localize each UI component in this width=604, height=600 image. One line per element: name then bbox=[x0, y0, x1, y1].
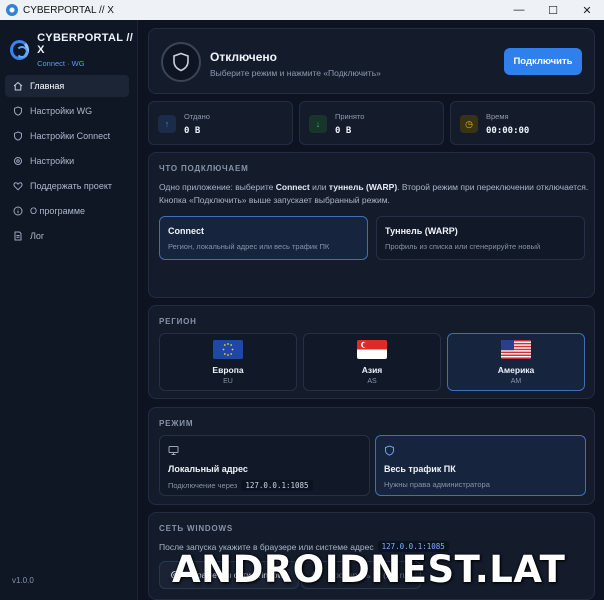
region-code: AM bbox=[510, 378, 522, 385]
stat-label: Время bbox=[486, 112, 509, 121]
window-title: CYBERPORTAL // X bbox=[23, 4, 114, 16]
stat-label: Отдано bbox=[184, 112, 210, 121]
region-code: AS bbox=[367, 378, 377, 385]
section-title: СЕТЬ WINDOWS bbox=[159, 524, 234, 533]
sidebar-nav: Главная Настройки WG Настройки Connect Н… bbox=[5, 75, 129, 250]
stat-value: 00:00:00 bbox=[486, 126, 530, 136]
sidebar-item-wg-settings[interactable]: Настройки WG bbox=[5, 100, 129, 122]
status-card: Отключено Выберите режим и нажмите «Подк… bbox=[148, 28, 595, 94]
mode-all-traffic[interactable]: Весь трафик ПК Нужны права администратор… bbox=[375, 435, 586, 496]
local-address-code: 127.0.0.1:1085 bbox=[241, 480, 313, 491]
region-name: Европа bbox=[212, 365, 244, 375]
mode-title: Локальный адрес bbox=[168, 464, 248, 474]
brand-subtitle: Connect · WG bbox=[37, 59, 85, 68]
document-icon bbox=[13, 231, 23, 241]
sidebar-item-label: Настройки Connect bbox=[30, 131, 111, 141]
shield-icon bbox=[385, 445, 394, 456]
sidebar-item-support[interactable]: Поддержать проект bbox=[5, 175, 129, 197]
option-connect[interactable]: Connect Регион, локальный адрес или весь… bbox=[159, 216, 368, 260]
connect-button[interactable]: Подключить bbox=[504, 48, 582, 75]
region-name: Америка bbox=[497, 365, 535, 375]
region-card: РЕГИОН Европа EU Азия AS Америка AM bbox=[148, 305, 595, 399]
shield-icon bbox=[13, 106, 23, 116]
gear-icon bbox=[13, 156, 23, 166]
brand-title: CYBERPORTAL // X bbox=[37, 32, 134, 56]
section-title: РЕГИОН bbox=[159, 317, 197, 326]
stats-row: ↑ Отдано 0 B ↓ Принято 0 B ◷ Время 00:00… bbox=[148, 101, 595, 145]
sidebar-item-label: Настройки bbox=[30, 156, 75, 166]
sidebar-item-log[interactable]: Лог bbox=[5, 225, 129, 247]
stat-time: ◷ Время 00:00:00 bbox=[450, 101, 595, 145]
mode-card: РЕЖИМ Локальный адрес Подключение через 1… bbox=[148, 407, 595, 505]
region-america[interactable]: Америка AM bbox=[447, 333, 585, 391]
region-name: Азия bbox=[361, 365, 383, 375]
option-title: Connect bbox=[168, 226, 204, 236]
stat-sent: ↑ Отдано 0 B bbox=[148, 101, 293, 145]
eu-flag-icon bbox=[213, 340, 243, 359]
sidebar: CYBERPORTAL // X Connect · WG Главная На… bbox=[0, 20, 138, 600]
heart-icon bbox=[13, 181, 23, 191]
mode-title: Весь трафик ПК bbox=[384, 464, 456, 474]
mode-desc: Нужны права администратора bbox=[384, 480, 490, 489]
what-to-connect-card: ЧТО ПОДКЛЮЧАЕМ Одно приложение: выберите… bbox=[148, 152, 595, 298]
brand: CYBERPORTAL // X Connect · WG bbox=[10, 32, 137, 68]
usa-flag-icon bbox=[501, 340, 531, 359]
region-asia[interactable]: Азия AS bbox=[303, 333, 441, 391]
window-controls: — ☐ ✕ bbox=[502, 0, 604, 20]
stat-received: ↓ Принято 0 B bbox=[299, 101, 444, 145]
option-tunnel-warp[interactable]: Туннель (WARP) Профиль из списка или сге… bbox=[376, 216, 585, 260]
info-icon bbox=[13, 206, 23, 216]
mode-local-address[interactable]: Локальный адрес Подключение через 127.0.0… bbox=[159, 435, 370, 496]
maximize-button[interactable]: ☐ bbox=[536, 0, 570, 20]
mode-desc: Подключение через 127.0.0.1:1085 bbox=[168, 480, 313, 491]
what-description: Одно приложение: выберите Connect или ту… bbox=[159, 182, 589, 205]
sidebar-item-settings[interactable]: Настройки bbox=[5, 150, 129, 172]
minimize-button[interactable]: — bbox=[502, 0, 536, 20]
shield-icon bbox=[13, 131, 23, 141]
sidebar-item-label: Лог bbox=[30, 231, 45, 241]
upload-arrow-icon: ↑ bbox=[158, 115, 176, 133]
sidebar-item-label: Поддержать проект bbox=[30, 181, 112, 191]
close-button[interactable]: ✕ bbox=[570, 0, 604, 20]
region-code: EU bbox=[223, 378, 233, 385]
stat-label: Принято bbox=[335, 112, 365, 121]
region-europe[interactable]: Европа EU bbox=[159, 333, 297, 391]
clock-icon: ◷ bbox=[460, 115, 478, 133]
status-title: Отключено bbox=[210, 50, 277, 64]
stat-value: 0 B bbox=[184, 126, 201, 136]
status-shield-icon bbox=[161, 42, 201, 82]
stat-value: 0 B bbox=[335, 126, 352, 136]
option-desc: Профиль из списка или сгенерируйте новый bbox=[385, 242, 541, 251]
sidebar-item-home[interactable]: Главная bbox=[5, 75, 129, 97]
singapore-flag-icon bbox=[357, 340, 387, 359]
sidebar-item-label: Главная bbox=[30, 81, 65, 91]
option-title: Туннель (WARP) bbox=[385, 226, 458, 236]
app-icon bbox=[6, 4, 18, 16]
monitor-icon bbox=[168, 446, 179, 455]
window-titlebar: CYBERPORTAL // X — ☐ ✕ bbox=[0, 0, 604, 20]
sidebar-item-about[interactable]: О программе bbox=[5, 200, 129, 222]
section-title: ЧТО ПОДКЛЮЧАЕМ bbox=[159, 164, 249, 173]
status-subtitle: Выберите режим и нажмите «Подключить» bbox=[210, 68, 381, 78]
download-arrow-icon: ↓ bbox=[309, 115, 327, 133]
section-title: РЕЖИМ bbox=[159, 419, 194, 428]
option-desc: Регион, локальный адрес или весь трафик … bbox=[168, 242, 330, 251]
home-icon bbox=[13, 81, 23, 91]
sidebar-item-label: О программе bbox=[30, 206, 86, 216]
sidebar-item-connect-settings[interactable]: Настройки Connect bbox=[5, 125, 129, 147]
logo-icon bbox=[10, 40, 30, 60]
sidebar-item-label: Настройки WG bbox=[30, 106, 93, 116]
version-label: v1.0.0 bbox=[12, 576, 34, 585]
watermark: ANDROIDNEST.LAT bbox=[172, 548, 566, 591]
